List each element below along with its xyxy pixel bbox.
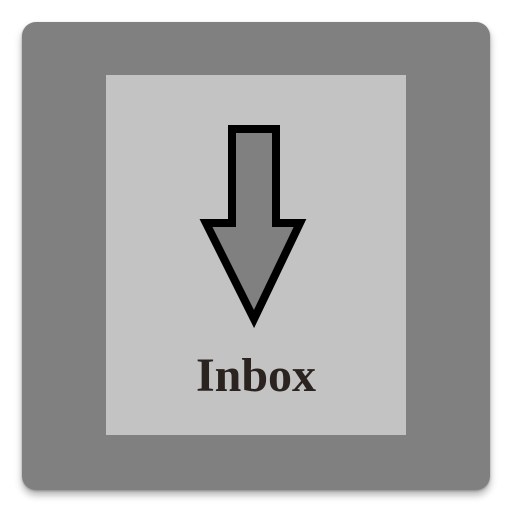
- inbox-app-icon[interactable]: Inbox: [22, 22, 490, 490]
- inbox-label: Inbox: [195, 349, 317, 402]
- inbox-tile[interactable]: Inbox: [106, 75, 406, 435]
- arrow-down-icon: [199, 125, 307, 329]
